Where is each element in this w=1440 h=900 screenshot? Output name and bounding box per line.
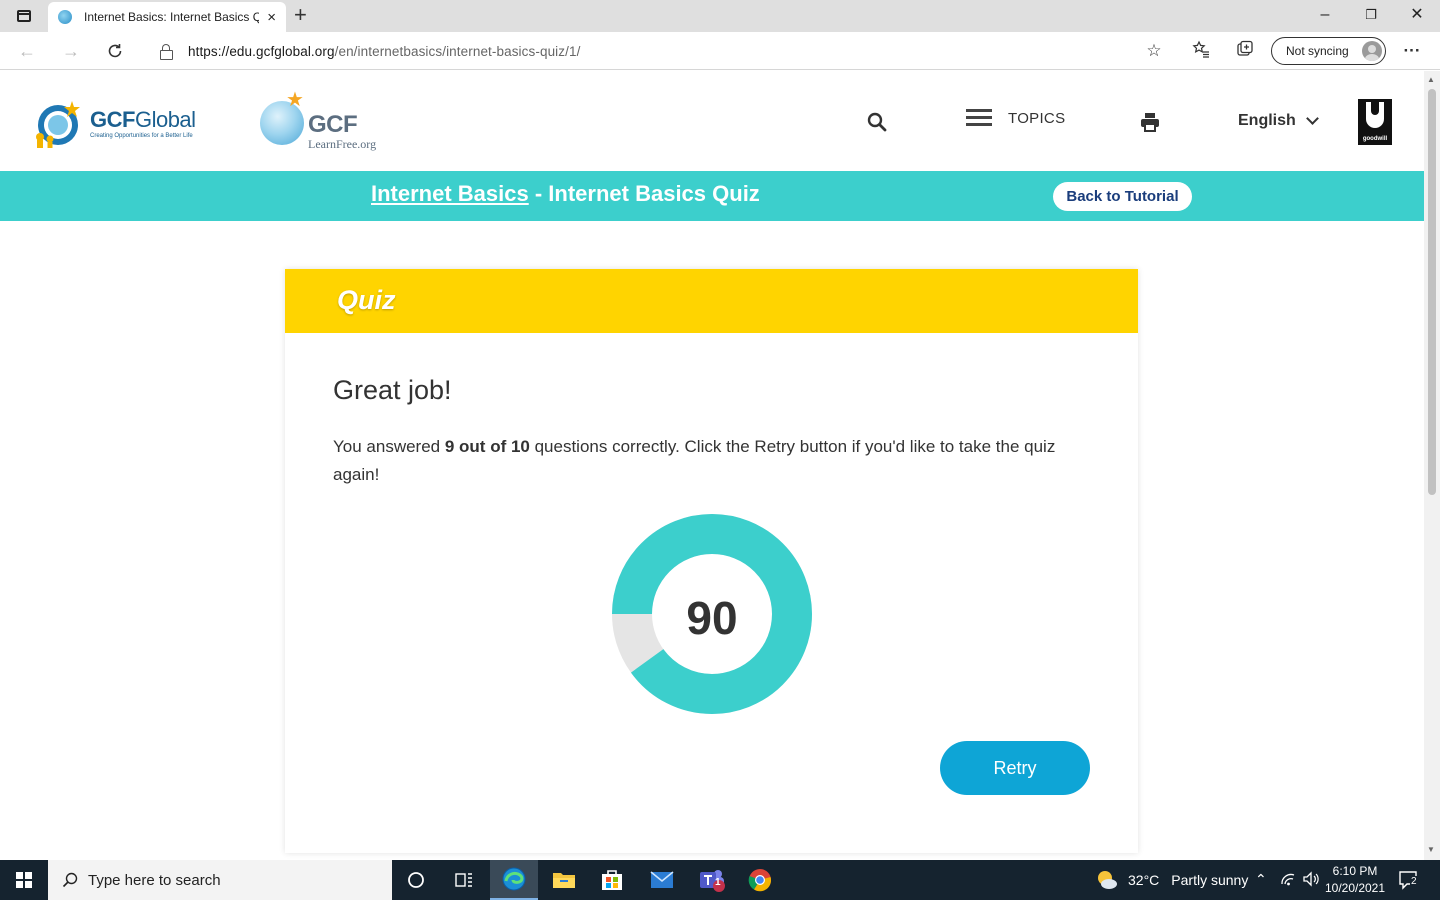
hamburger-menu-icon [966,109,992,127]
topics-menu-button[interactable]: TOPICS [966,109,1065,127]
notification-center-icon[interactable]: 2 [1398,870,1420,890]
back-to-tutorial-button[interactable]: Back to Tutorial [1053,182,1192,211]
teams-badge: 1 [715,877,721,888]
favorites-icon[interactable] [1189,40,1213,64]
topics-label: TOPICS [1008,109,1066,127]
language-label: English [1238,112,1296,129]
edge-taskbar-icon[interactable] [490,860,538,900]
print-icon[interactable] [1139,111,1161,133]
gcfglobal-tagline: Creating Opportunities for a Better Life [90,133,193,139]
add-favorite-icon[interactable]: ☆ [1142,40,1166,62]
language-select[interactable]: English [1238,112,1319,130]
site-header: GCFGlobal Creating Opportunities for a B… [0,71,1424,171]
quiz-header-title: Quiz [337,285,396,315]
tutorial-banner: Internet Basics - Internet Basics Quiz B… [0,171,1424,221]
profile-avatar [1362,41,1382,61]
goodwill-g-icon [1366,102,1384,128]
scroll-thumb[interactable] [1428,89,1436,495]
learnfree-logo[interactable]: ★ GCF LearnFree.org [258,87,403,151]
chevron-down-icon [1305,112,1319,125]
chevron-up-icon[interactable]: ⌃ [1255,871,1267,888]
search-placeholder: Type here to search [88,871,221,889]
refresh-icon[interactable] [102,38,128,64]
scroll-up-icon[interactable]: ▲ [1427,75,1435,84]
search-icon[interactable] [866,111,888,133]
tab-title: Internet Basics: Internet Basics Q [84,10,260,24]
quiz-card: Quiz Great job! You answered 9 out of 10… [285,269,1138,853]
start-button[interactable] [0,860,48,900]
close-window-button[interactable]: ✕ [1394,4,1440,26]
result-heading: Great job! [333,375,452,405]
more-menu-icon[interactable]: ··· [1400,40,1424,62]
learnfree-star-icon: ★ [286,89,304,111]
retry-button[interactable]: Retry [940,741,1090,795]
partly-sunny-icon [1098,871,1117,889]
score-donut-chart: 90 [612,514,812,714]
gcfglobal-emblem-icon [36,101,80,148]
tutorial-link[interactable]: Internet Basics [371,181,529,206]
learnfree-subtext: LearnFree.org [308,137,377,151]
restore-button[interactable]: ❐ [1348,4,1394,26]
tab-actions-button[interactable] [10,6,38,26]
gcfglobal-wordmark: GCFGlobal [90,107,196,132]
page-scrollbar[interactable]: ▲ ▼ [1424,71,1440,860]
search-icon [62,872,78,888]
profile-sync-button[interactable]: Not syncing [1271,37,1386,65]
score-value: 90 [686,592,738,644]
goodwill-wordmark: goodwill [1362,136,1388,142]
browser-tab-active[interactable]: Internet Basics: Internet Basics Q × [48,2,286,32]
tab-close-icon[interactable]: × [267,9,276,26]
site-favicon-icon [58,10,72,24]
chrome-icon[interactable] [736,860,784,900]
collections-icon[interactable] [1233,40,1257,64]
sync-label: Not syncing [1286,44,1349,58]
back-nav-icon[interactable]: ← [14,38,40,64]
clock-time: 6:10 PM [1332,864,1378,878]
notification-count: 2 [1410,876,1418,887]
minimize-button[interactable]: – [1302,4,1348,26]
address-bar[interactable]: https://edu.gcfglobal.org/en/internetbas… [146,36,1176,66]
goodwill-logo[interactable]: goodwill [1358,99,1392,145]
quiz-header: Quiz [285,269,1138,333]
new-tab-button[interactable]: + [294,3,307,27]
weather-temp: 32°C [1128,872,1160,888]
banner-title: Internet Basics - Internet Basics Quiz [371,181,760,206]
windows-taskbar: Type here to search 1 32°C Partly sunny … [0,860,1440,900]
file-explorer-icon[interactable] [540,860,588,900]
system-clock[interactable]: 6:10 PM 10/20/2021 [1318,863,1392,897]
mail-icon[interactable] [638,860,686,900]
quiz-page-title: Internet Basics Quiz [548,181,760,206]
browser-tab-strip: Internet Basics: Internet Basics Q × + –… [0,0,1440,32]
forward-nav-icon[interactable]: → [58,38,84,64]
weather-widget[interactable]: 32°C Partly sunny [1096,860,1248,900]
weather-desc: Partly sunny [1171,872,1249,888]
result-message: You answered 9 out of 10 questions corre… [333,437,1061,484]
browser-toolbar: ← → https://edu.gcfglobal.org/en/interne… [0,32,1440,70]
cortana-button[interactable] [392,860,440,900]
lock-icon [160,44,173,60]
web-page: GCFGlobal Creating Opportunities for a B… [0,71,1424,860]
gcfglobal-logo[interactable]: GCFGlobal Creating Opportunities for a B… [28,97,218,151]
network-icon[interactable] [1280,871,1296,890]
learnfree-wordmark: GCF [308,111,358,138]
clock-date: 10/20/2021 [1324,881,1386,895]
windows-logo-icon [16,872,32,888]
taskbar-search[interactable]: Type here to search [48,860,392,900]
teams-icon[interactable]: 1 [688,860,736,900]
result-score-text: 9 out of 10 [444,437,530,456]
url-text: https://edu.gcfglobal.org/en/internetbas… [188,43,581,59]
tab-actions-icon [17,10,31,22]
scroll-down-icon[interactable]: ▼ [1427,845,1435,854]
store-icon[interactable] [588,860,636,900]
task-view-button[interactable] [440,860,488,900]
